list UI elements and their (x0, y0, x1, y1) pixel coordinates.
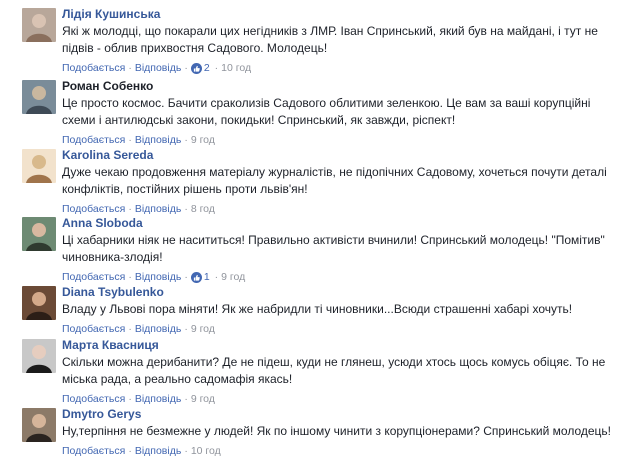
avatar-image (22, 408, 56, 442)
comment-text: Ну,терпіння не безмежне у людей! Як по і… (62, 424, 612, 438)
reply-link[interactable]: Відповідь (135, 61, 182, 75)
separator-dot: · (128, 271, 132, 283)
comment-text: Ці хабарники ніяк не насититься! Правиль… (62, 233, 605, 264)
author-name[interactable]: Марта Квасниця (62, 337, 622, 353)
author-name[interactable]: Karolina Sereda (62, 147, 622, 163)
reply-link[interactable]: Відповідь (135, 322, 182, 336)
separator-dot: · (184, 393, 188, 405)
separator-dot: · (184, 271, 188, 283)
avatar-image (22, 339, 56, 373)
avatar-image (22, 286, 56, 320)
comment-actions: Подобається · Відповідь · 2 · 10 год (62, 61, 622, 75)
avatar[interactable] (22, 8, 56, 42)
comment-actions: Подобається · Відповідь · 9 год (62, 133, 622, 147)
comment-text: Дуже чекаю продовження матеріалу журналі… (62, 165, 607, 196)
comment-text: Це просто космос. Бачити сраколизів Садо… (62, 96, 591, 127)
avatar-image (22, 149, 56, 183)
separator-dot: · (214, 271, 219, 283)
like-link[interactable]: Подобається (62, 322, 125, 336)
comment-actions: Подобається · Відповідь · 9 год (62, 392, 622, 406)
timestamp[interactable]: 9 год (221, 270, 245, 284)
avatar[interactable] (22, 149, 56, 183)
timestamp[interactable]: 9 год (191, 133, 215, 147)
author-name[interactable]: Diana Tsybulenko (62, 284, 622, 300)
like-link[interactable]: Подобається (62, 202, 125, 216)
timestamp[interactable]: 9 год (191, 322, 215, 336)
reaction-count[interactable]: 1 (204, 270, 210, 284)
comment-text: Які ж молодці, що покарали цих негідникі… (62, 24, 598, 55)
timestamp[interactable]: 9 год (191, 392, 215, 406)
like-link[interactable]: Подобається (62, 444, 125, 458)
separator-dot: · (128, 393, 132, 405)
author-name[interactable]: Роман Собенко (62, 78, 622, 94)
author-name[interactable]: Dmytro Gerys (62, 406, 622, 422)
avatar-image (22, 8, 56, 42)
avatar[interactable] (22, 217, 56, 251)
reply-link[interactable]: Відповідь (135, 444, 182, 458)
like-link[interactable]: Подобається (62, 270, 125, 284)
avatar[interactable] (22, 80, 56, 114)
reply-link[interactable]: Відповідь (135, 392, 182, 406)
like-link[interactable]: Подобається (62, 133, 125, 147)
separator-dot: · (128, 134, 132, 146)
timestamp[interactable]: 8 год (191, 202, 215, 216)
comments-list: Лідія Кушинська Які ж молодці, що покара… (0, 0, 640, 459)
avatar[interactable] (22, 408, 56, 442)
author-name[interactable]: Лідія Кушинська (62, 6, 622, 22)
separator-dot: · (128, 62, 132, 74)
reply-link[interactable]: Відповідь (135, 202, 182, 216)
separator-dot: · (128, 323, 132, 335)
thumbs-up-icon (190, 271, 202, 283)
comment-actions: Подобається · Відповідь · 1 · 9 год (62, 270, 622, 284)
separator-dot: · (184, 323, 188, 335)
reply-link[interactable]: Відповідь (135, 133, 182, 147)
avatar[interactable] (22, 339, 56, 373)
separator-dot: · (184, 445, 188, 457)
comment-text: Скільки можна дерибанити? Де не підеш, к… (62, 355, 606, 386)
thumbs-up-icon (190, 62, 202, 74)
like-link[interactable]: Подобається (62, 61, 125, 75)
comment-actions: Подобається · Відповідь · 8 год (62, 202, 622, 216)
comment-text: Владу у Львові пора міняти! Як же набрид… (62, 302, 573, 316)
separator-dot: · (214, 62, 219, 74)
author-name[interactable]: Anna Sloboda (62, 215, 622, 231)
separator-dot: · (128, 445, 132, 457)
separator-dot: · (128, 203, 132, 215)
separator-dot: · (184, 62, 188, 74)
comment-actions: Подобається · Відповідь · 9 год (62, 322, 622, 336)
avatar-image (22, 80, 56, 114)
reply-link[interactable]: Відповідь (135, 270, 182, 284)
separator-dot: · (184, 203, 188, 215)
timestamp[interactable]: 10 год (221, 61, 251, 75)
separator-dot: · (184, 134, 188, 146)
reaction-count[interactable]: 2 (204, 61, 210, 75)
avatar-image (22, 217, 56, 251)
like-link[interactable]: Подобається (62, 392, 125, 406)
timestamp[interactable]: 10 год (191, 444, 221, 458)
avatar[interactable] (22, 286, 56, 320)
comment-actions: Подобається · Відповідь · 10 год (62, 444, 622, 458)
